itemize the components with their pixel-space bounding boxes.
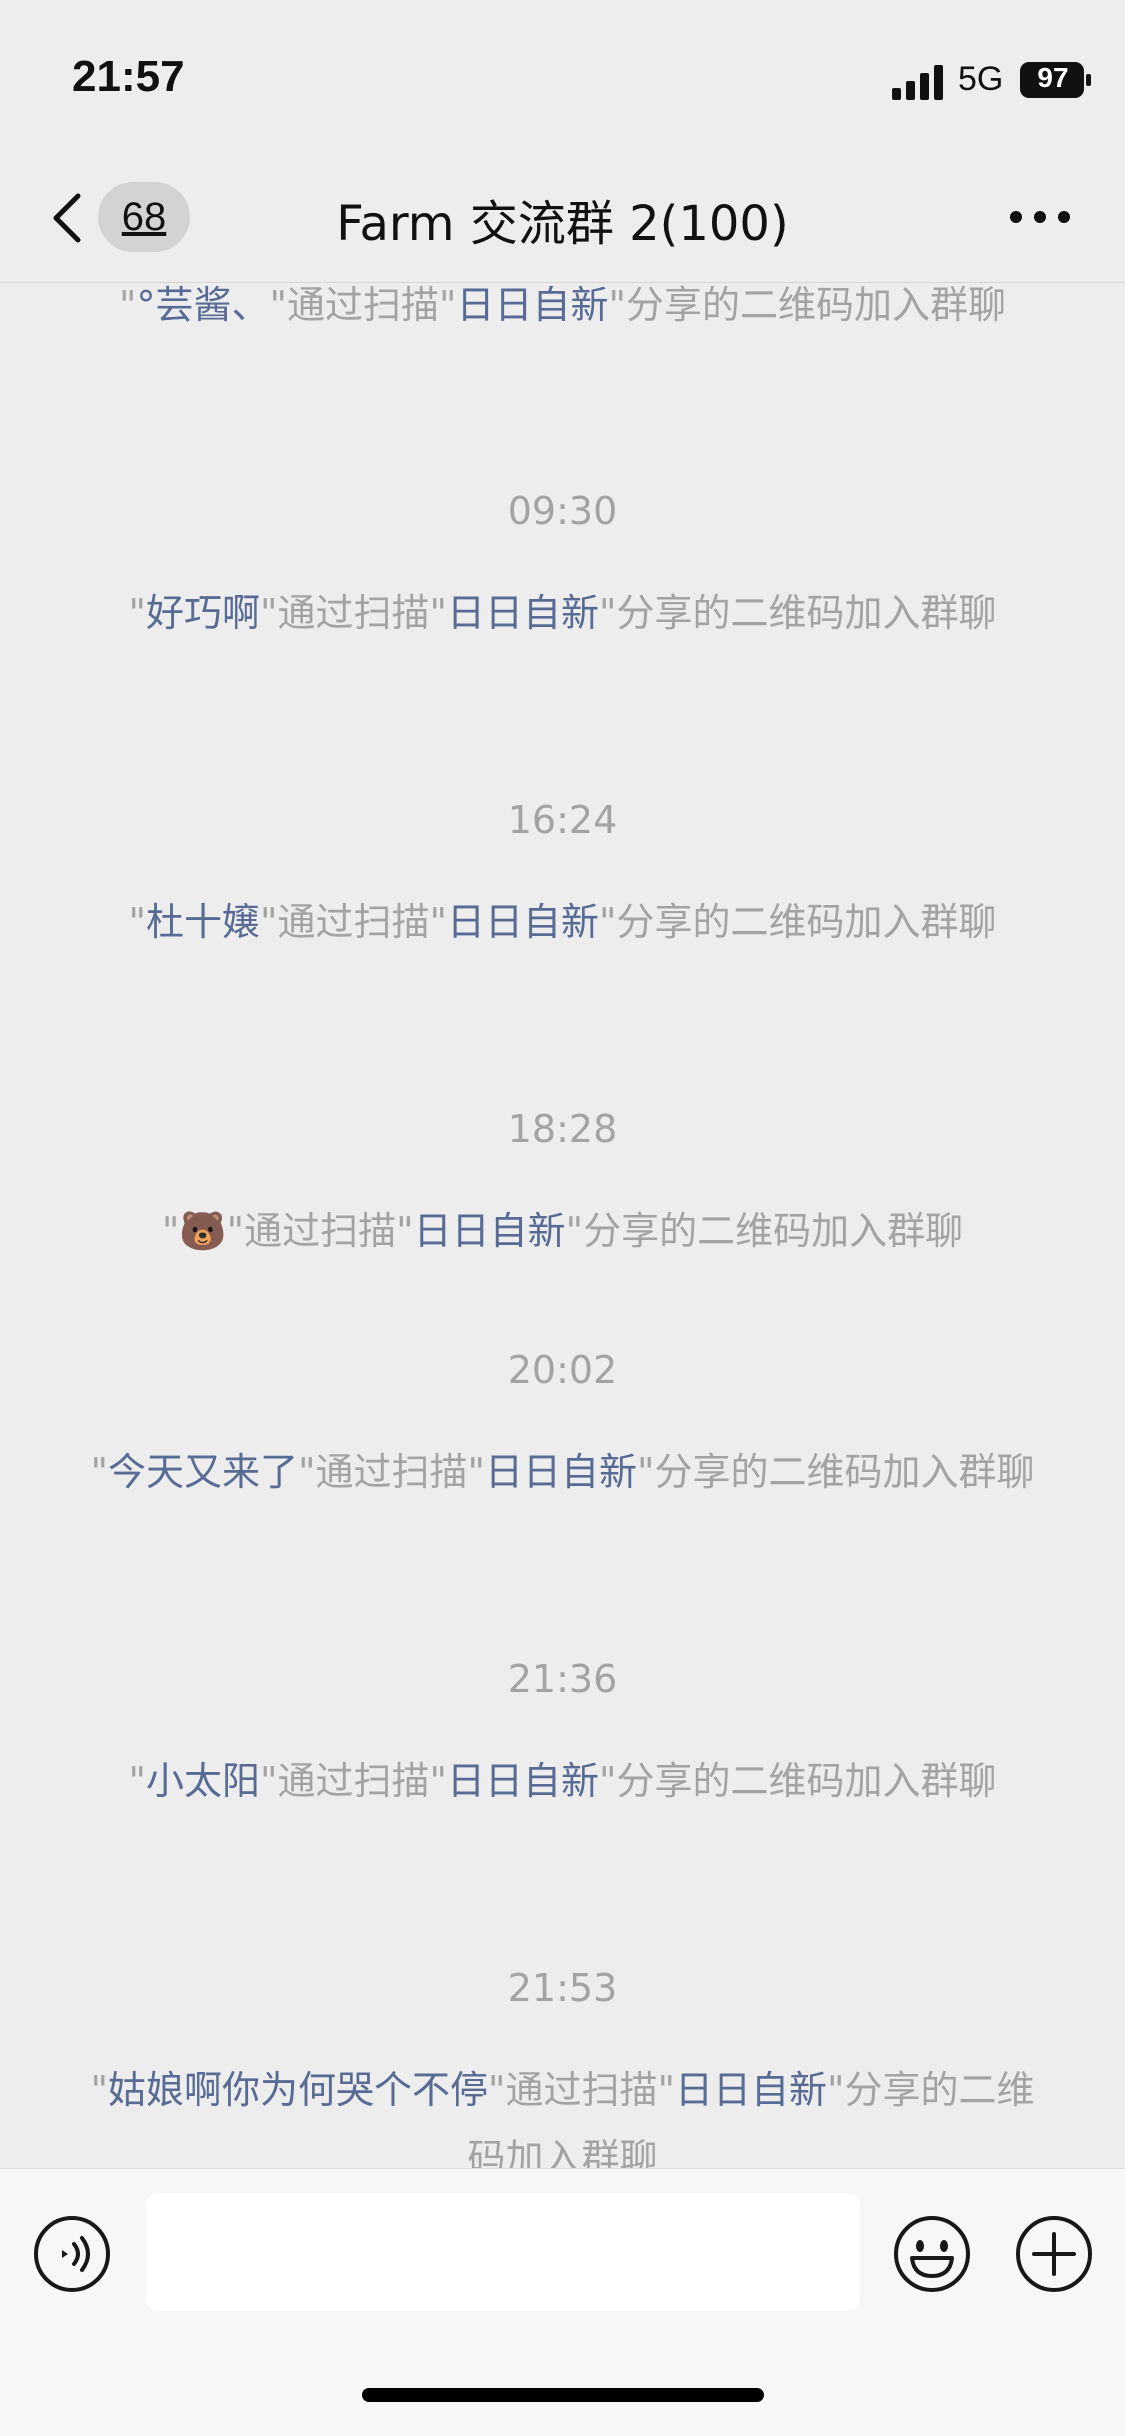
- member-name-link[interactable]: 🐻: [179, 1209, 226, 1253]
- inviter-name-link[interactable]: 日日自新: [485, 1450, 637, 1494]
- system-message: "杜十嬢"通过扫描"日日自新"分享的二维码加入群聊: [128, 900, 997, 944]
- nav-bar: 68 Farm 交流群 2(100): [0, 140, 1125, 283]
- emoji-icon: [910, 2240, 954, 2278]
- signal-bars-icon: [892, 65, 943, 100]
- message-timestamp: 21:36: [507, 1657, 618, 1701]
- status-bar: 21:57 5G 97: [0, 0, 1125, 140]
- member-name-link[interactable]: 小太阳: [146, 1759, 260, 1803]
- message-timestamp: 16:24: [507, 798, 618, 842]
- member-name-link[interactable]: 好巧啊: [146, 591, 260, 635]
- message-timestamp: 18:28: [507, 1107, 618, 1151]
- message-timestamp: 09:30: [507, 489, 618, 533]
- message-input[interactable]: [146, 2193, 860, 2311]
- inviter-name-link[interactable]: 日日自新: [414, 1209, 566, 1253]
- inviter-name-link[interactable]: 日日自新: [447, 900, 599, 944]
- system-message: "好巧啊"通过扫描"日日自新"分享的二维码加入群聊: [128, 591, 997, 635]
- message-timestamp: 20:02: [507, 1348, 618, 1392]
- system-message: "姑娘啊你为何哭个不停"通过扫描"日日自新"分享的二维码加入群聊: [90, 2068, 1035, 2168]
- chat-title: Farm 交流群 2(100): [336, 196, 789, 252]
- message-timestamp: 21:53: [507, 1966, 618, 2010]
- inviter-name-link[interactable]: 日日自新: [447, 591, 599, 635]
- plus-circle-icon: [1032, 2232, 1076, 2276]
- system-message: "🐻"通过扫描"日日自新"分享的二维码加入群聊: [161, 1209, 964, 1253]
- chevron-left-icon: [53, 193, 81, 243]
- system-message: "小太阳"通过扫描"日日自新"分享的二维码加入群聊: [128, 1759, 997, 1803]
- member-name-link[interactable]: °芸酱、: [137, 283, 270, 327]
- chat-screen: 21:57 5G 97 68 Farm 交流群 2(100) "°芸酱、"通过扫…: [0, 0, 1125, 2436]
- ellipsis-icon: [1010, 211, 1022, 223]
- back-button[interactable]: 68: [40, 180, 190, 256]
- chat-message-list[interactable]: "°芸酱、"通过扫描"日日自新"分享的二维码加入群聊 09:30 "好巧啊"通过…: [0, 283, 1125, 2168]
- battery-level: 97: [1037, 62, 1069, 93]
- network-label: 5G: [958, 60, 1004, 98]
- system-message: "°芸酱、"通过扫描"日日自新"分享的二维码加入群聊: [119, 283, 1006, 327]
- voice-input-button[interactable]: [32, 2214, 112, 2294]
- plus-circle-button[interactable]: [1014, 2214, 1094, 2294]
- unread-count-badge: 68: [98, 182, 190, 252]
- emoji-button[interactable]: [892, 2214, 972, 2294]
- member-name-link[interactable]: 今天又来了: [108, 1450, 298, 1494]
- system-message: "今天又来了"通过扫描"日日自新"分享的二维码加入群聊: [90, 1450, 1035, 1494]
- inviter-name-link[interactable]: 日日自新: [675, 2068, 827, 2112]
- voice-input-icon: [62, 2236, 90, 2272]
- member-name-link[interactable]: 姑娘啊你为何哭个不停: [108, 2068, 488, 2112]
- member-name-link[interactable]: 杜十嬢: [146, 900, 260, 944]
- inviter-name-link[interactable]: 日日自新: [456, 283, 608, 327]
- status-time: 21:57: [72, 52, 185, 101]
- inviter-name-link[interactable]: 日日自新: [447, 1759, 599, 1803]
- more-options-button[interactable]: [1000, 192, 1080, 242]
- home-indicator[interactable]: [362, 2388, 764, 2402]
